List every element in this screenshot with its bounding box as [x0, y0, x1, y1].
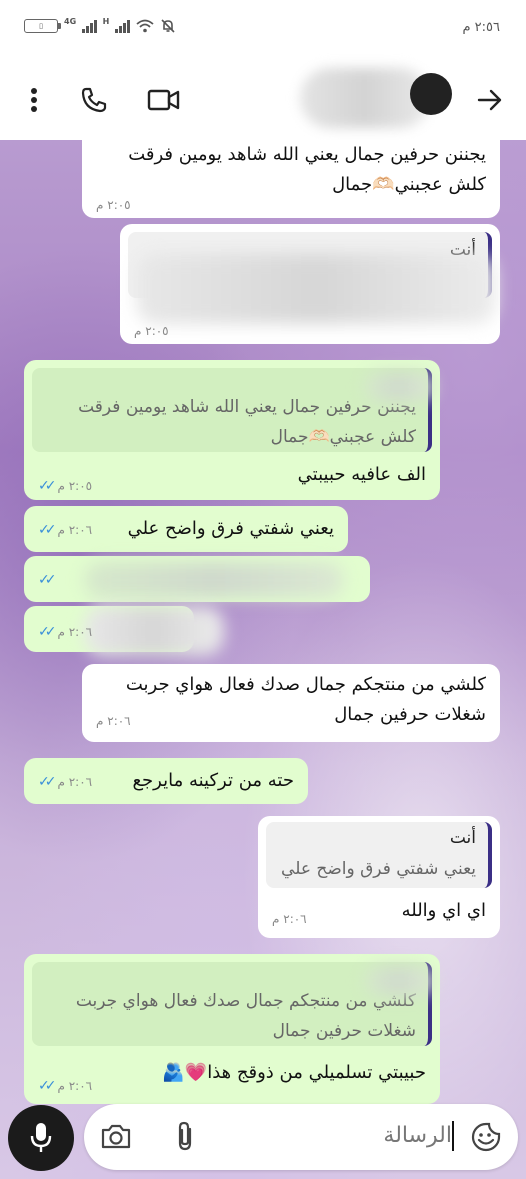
blurred-quote-author	[364, 372, 434, 402]
chat-header	[0, 60, 526, 140]
message-text: حبيبتي تسلميلي من ذوقج هذا💗🫂	[162, 1062, 426, 1083]
message-incoming[interactable]: كلشي من منتجكم جمال صدك فعال هواي جربت ش…	[82, 664, 500, 742]
message-time: ٢:٠٥ م	[96, 198, 131, 212]
blurred-quote-author	[364, 966, 434, 996]
message-input[interactable]: الرسالة	[84, 1104, 518, 1170]
read-ticks-icon: ✓✓	[38, 774, 57, 790]
message-text-line-2: شغلات حرفين جمال	[334, 704, 486, 725]
hspa-label: H	[102, 16, 110, 26]
message-incoming-reply[interactable]: أنت ٢:٠٥ م	[120, 224, 500, 344]
read-ticks-icon: ✓✓	[38, 522, 57, 538]
camera-icon[interactable]	[100, 1122, 132, 1150]
read-ticks-icon: ✓✓	[38, 572, 57, 588]
message-time: ٢:٠٦ م	[57, 625, 93, 639]
signal-icon-2	[115, 19, 130, 33]
mute-bell-icon	[161, 19, 175, 33]
text-caret	[452, 1121, 454, 1151]
emoji-icon[interactable]	[470, 1121, 502, 1153]
status-bar: ▯ 4G H ٢:٥٦ م	[0, 0, 526, 60]
blurred-content	[136, 254, 496, 324]
message-incoming[interactable]: يجننن حرفين جمال يعني الله شاهد يومين فر…	[82, 140, 500, 218]
battery-icon: ▯	[24, 19, 61, 33]
message-outgoing-reply[interactable]: يجننن حرفين جمال يعني الله شاهد يومين فر…	[24, 360, 440, 500]
message-placeholder: الرسالة	[383, 1123, 452, 1148]
message-text: يعني شفتي فرق واضح علي	[127, 518, 334, 539]
message-meta: ✓✓ ٢:٠٦ م	[38, 1078, 92, 1094]
message-meta: ✓✓ ٢:٠٦ م	[38, 522, 92, 538]
message-incoming-reply[interactable]: أنت يعني شفتي فرق واضح علي اي اي والله ٢…	[258, 816, 500, 938]
message-meta: ✓✓ ٢:٠٦ م	[38, 624, 92, 640]
message-meta: ✓✓ ٢:٠٦ م	[38, 774, 92, 790]
quote-text-line-2: كلش عجبني🫶🏻جمال	[270, 427, 416, 447]
message-time: ٢:٠٦ م	[57, 1079, 93, 1093]
message-text: اي اي والله	[401, 900, 486, 921]
quote-text: يعني شفتي فرق واضح علي	[281, 859, 476, 879]
message-meta: ✓✓ ٢:٠٥ م	[38, 478, 92, 494]
video-call-icon[interactable]	[146, 82, 182, 118]
attach-icon[interactable]	[174, 1120, 196, 1152]
more-options-icon[interactable]	[16, 82, 52, 118]
message-time: ٢:٠٦ م	[272, 912, 307, 926]
mic-icon	[30, 1123, 52, 1152]
quote-text-line-1: يجننن حرفين جمال يعني الله شاهد يومين فر…	[78, 397, 416, 417]
message-outgoing-reply[interactable]: كلشي من منتجكم جمال صدك فعال هواي جربت ش…	[24, 954, 440, 1104]
message-text-line-2: كلش عجبني🫶🏻جمال	[332, 174, 486, 195]
read-ticks-icon: ✓✓	[38, 1078, 57, 1094]
network-type-label: 4G	[64, 16, 77, 26]
mic-button[interactable]	[8, 1105, 74, 1171]
read-ticks-icon: ✓✓	[38, 624, 57, 640]
avatar[interactable]	[410, 73, 452, 115]
blurred-content	[84, 562, 344, 598]
message-text-line-1: يجننن حرفين جمال يعني الله شاهد يومين فر…	[128, 144, 486, 165]
back-arrow-icon[interactable]	[472, 82, 508, 118]
signal-icon	[82, 19, 97, 33]
quote-text-line-2: شغلات حرفين جمال	[272, 1021, 416, 1041]
message-time: ٢:٠٦ م	[57, 775, 93, 789]
chat-area[interactable]: يجننن حرفين جمال يعني الله شاهد يومين فر…	[0, 140, 526, 1179]
wifi-icon	[136, 19, 154, 33]
message-time: ٢:٠٥ م	[134, 324, 169, 338]
message-time: ٢:٠٦ م	[96, 714, 131, 728]
message-text-line-1: كلشي من منتجكم جمال صدك فعال هواي جربت	[125, 674, 486, 695]
message-time: ٢:٠٥ م	[57, 479, 93, 493]
message-outgoing[interactable]: ✓✓ ٢:٠٦ م	[24, 606, 224, 656]
message-time: ٢:٠٦ م	[57, 523, 93, 537]
voice-call-icon[interactable]	[76, 82, 112, 118]
quote-author: أنت	[449, 828, 476, 848]
read-ticks-icon: ✓✓	[38, 478, 57, 494]
message-text: حته من تركينه مايرجع	[132, 770, 294, 791]
quoted-message[interactable]: أنت يعني شفتي فرق واضح علي	[266, 822, 492, 888]
message-meta: ✓✓	[38, 572, 57, 588]
status-icons: ▯ 4G H	[24, 16, 176, 34]
status-time: ٢:٥٦ م	[462, 20, 500, 35]
message-text: الف عافيه حبيبتي	[297, 464, 426, 485]
message-outgoing[interactable]: حته من تركينه مايرجع ✓✓ ٢:٠٦ م	[24, 758, 308, 804]
quote-text-line-1: كلشي من منتجكم جمال صدك فعال هواي جربت	[75, 991, 416, 1011]
message-outgoing[interactable]: يعني شفتي فرق واضح علي ✓✓ ٢:٠٦ م	[24, 506, 348, 552]
blurred-content	[84, 606, 224, 656]
message-outgoing[interactable]: ✓✓	[24, 556, 370, 602]
